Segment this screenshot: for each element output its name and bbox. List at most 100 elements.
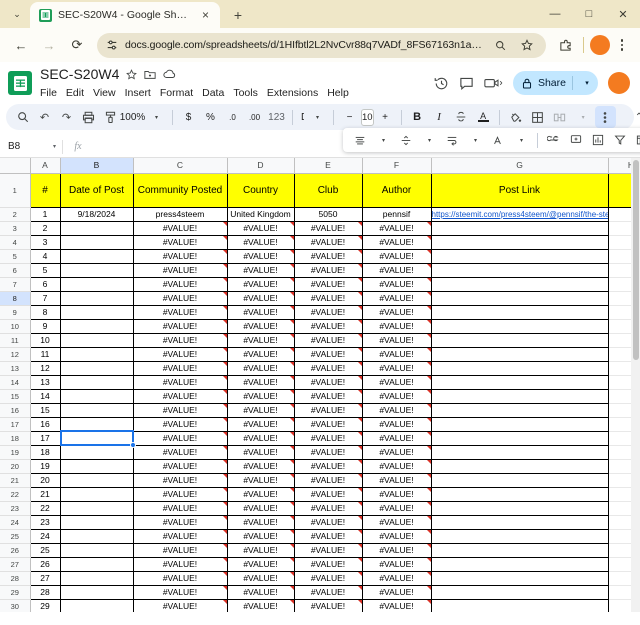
menu-item-insert[interactable]: Insert [125,87,151,99]
cell-country-15[interactable]: #VALUE! [226,388,295,404]
cell-date-20[interactable] [59,458,134,474]
chevron-down-icon[interactable]: ▾ [511,129,532,151]
cell-post-link-9[interactable] [430,304,609,320]
cell-country-25[interactable]: #VALUE! [226,528,295,544]
cell-num-23[interactable]: 22 [29,500,61,516]
cell-community-22[interactable]: #VALUE! [132,486,228,502]
cell-community-13[interactable]: #VALUE! [132,360,228,376]
cell-author-26[interactable]: #VALUE! [361,542,432,558]
cell-club-23[interactable]: #VALUE! [293,500,363,516]
column-header-e[interactable]: E [294,158,363,174]
cell-community-5[interactable]: #VALUE! [132,248,228,264]
chevron-down-icon[interactable]: ▾ [579,79,595,87]
cell-author-25[interactable]: #VALUE! [361,528,432,544]
cell-date-15[interactable] [59,388,134,404]
cell-community-6[interactable]: #VALUE! [132,262,228,278]
row-header-4[interactable]: 4 [0,235,31,250]
cloud-saved-icon[interactable] [163,69,176,79]
menu-item-tools[interactable]: Tools [233,87,258,99]
cell-country-6[interactable]: #VALUE! [226,262,295,278]
cell-author-21[interactable]: #VALUE! [361,472,432,488]
cell-post-link-13[interactable] [430,360,609,376]
row-header-8[interactable]: 8 [0,291,31,306]
cell-author-8[interactable]: #VALUE! [361,290,432,306]
print-icon[interactable] [78,106,99,128]
cell-author-16[interactable]: #VALUE! [361,402,432,418]
chart-icon[interactable] [587,129,608,151]
cell-club-8[interactable]: #VALUE! [293,290,363,306]
cell-community-2[interactable]: press4steem [132,206,228,222]
cell-club-3[interactable]: #VALUE! [293,220,363,236]
cell-club-18[interactable]: #VALUE! [293,430,363,446]
cell-num-28[interactable]: 27 [29,570,61,586]
reload-icon[interactable]: ⟳ [64,32,90,58]
cell-club-24[interactable]: #VALUE! [293,514,363,530]
cell-club-20[interactable]: #VALUE! [293,458,363,474]
cell-num-24[interactable]: 23 [29,514,61,530]
cell-num-2[interactable]: 1 [29,206,61,222]
cell-community-9[interactable]: #VALUE! [132,304,228,320]
font-size-input[interactable]: 10 [361,108,374,126]
cell-club-29[interactable]: #VALUE! [293,584,363,600]
cell-country-2[interactable]: United Kingdom [226,206,295,222]
filter-icon[interactable] [609,129,630,151]
cell-country-5[interactable]: #VALUE! [226,248,295,264]
horizontal-align-icon[interactable] [349,129,370,151]
menu-item-view[interactable]: View [93,87,116,99]
row-header-24[interactable]: 24 [0,515,31,530]
chevron-down-icon[interactable]: ▾ [307,106,328,128]
cell-author-6[interactable]: #VALUE! [361,262,432,278]
cell-post-link-15[interactable] [430,388,609,404]
cell-community-23[interactable]: #VALUE! [132,500,228,516]
row-header-17[interactable]: 17 [0,417,31,432]
cell-num-11[interactable]: 10 [29,332,61,348]
row-header-1[interactable]: 1 [0,173,31,208]
cell-club-5[interactable]: #VALUE! [293,248,363,264]
cell-club-30[interactable]: #VALUE! [293,598,363,612]
cell-country-17[interactable]: #VALUE! [226,416,295,432]
cell-num-29[interactable]: 28 [29,584,61,600]
close-icon[interactable]: × [198,8,213,23]
link-icon[interactable] [543,129,564,151]
cell-post-link-21[interactable] [430,472,609,488]
cell-date-25[interactable] [59,528,134,544]
cell-club-9[interactable]: #VALUE! [293,304,363,320]
cell-num-17[interactable]: 16 [29,416,61,432]
cell-club-21[interactable]: #VALUE! [293,472,363,488]
cell-club-14[interactable]: #VALUE! [293,374,363,390]
menu-item-format[interactable]: Format [160,87,193,99]
cell-num-16[interactable]: 15 [29,402,61,418]
cell-num-12[interactable]: 11 [29,346,61,362]
cell-author-13[interactable]: #VALUE! [361,360,432,376]
cell-num-7[interactable]: 6 [29,276,61,292]
bold-button[interactable]: B [407,106,428,128]
cell-author-30[interactable]: #VALUE! [361,598,432,612]
back-icon[interactable]: ← [8,32,34,58]
cell-country-23[interactable]: #VALUE! [226,500,295,516]
cell-community-29[interactable]: #VALUE! [132,584,228,600]
cell-date-5[interactable] [59,248,134,264]
row-header-30[interactable]: 30 [0,599,31,612]
row-header-13[interactable]: 13 [0,361,31,376]
cell-community-28[interactable]: #VALUE! [132,570,228,586]
cell-date-30[interactable] [59,598,134,612]
cell-author-18[interactable]: #VALUE! [361,430,432,446]
video-call-icon[interactable] [484,77,503,89]
cell-community-25[interactable]: #VALUE! [132,528,228,544]
cell-author-7[interactable]: #VALUE! [361,276,432,292]
cell-post-link-6[interactable] [430,262,609,278]
cell-author-2[interactable]: pennsif [361,206,432,222]
cell-club-13[interactable]: #VALUE! [293,360,363,376]
cell-author-23[interactable]: #VALUE! [361,500,432,516]
row-header-14[interactable]: 14 [0,375,31,390]
row-header-10[interactable]: 10 [0,319,31,334]
cell-num-20[interactable]: 19 [29,458,61,474]
cell-post-link-19[interactable] [430,444,609,460]
chevron-down-icon[interactable]: ▾ [465,129,486,151]
share-button[interactable]: Share ▾ [512,71,598,95]
cell-num-13[interactable]: 12 [29,360,61,376]
cell-author-22[interactable]: #VALUE! [361,486,432,502]
decrease-decimal-button[interactable]: .0 [222,106,243,128]
cell-date-12[interactable] [59,346,134,362]
cell-club-4[interactable]: #VALUE! [293,234,363,250]
